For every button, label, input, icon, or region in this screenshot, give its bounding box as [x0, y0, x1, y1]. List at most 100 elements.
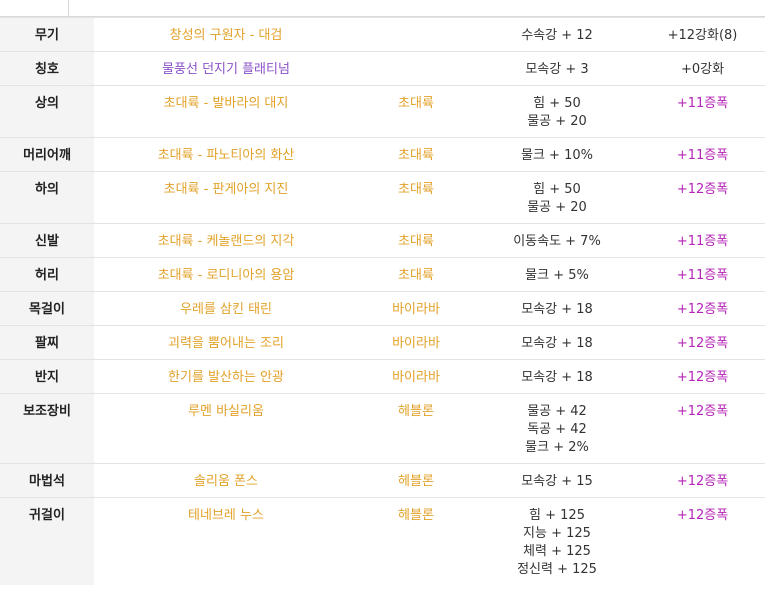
- item-set: 바이라바: [358, 359, 474, 394]
- equipment-row: 칭호 물풍선 던지기 플래티넘 모속강 + 3 +0강화: [0, 51, 765, 86]
- item-options: 모속강 + 3: [474, 51, 640, 86]
- item-set: 초대륙: [358, 85, 474, 138]
- item-name-link[interactable]: 초대륙 - 판게아의 지진: [94, 171, 358, 224]
- top-tab-bar: [0, 0, 765, 17]
- item-option: 지능 + 125: [523, 526, 591, 541]
- slot-label: 하의: [0, 171, 94, 224]
- equipment-rows: 무기 창성의 구원자 - 대검 수속강 + 12 +12강화(8) 칭호 물풍선 던지기 …: [0, 17, 765, 585]
- item-option: 물크 + 10%: [521, 148, 593, 163]
- slot-label: 보조장비: [0, 393, 94, 464]
- item-option: 힘 + 50: [533, 182, 581, 197]
- item-set: [358, 17, 474, 52]
- item-options: 물크 + 5%: [474, 257, 640, 292]
- item-set: 초대륙: [358, 223, 474, 258]
- item-upgrade: +12강화(8): [640, 17, 765, 52]
- equipment-row: 팔찌 괴력을 뿜어내는 조리 바이라바 모속강 + 18 +12증폭: [0, 325, 765, 360]
- item-options: 힘 + 50 물공 + 20: [474, 85, 640, 138]
- slot-label: 머리어깨: [0, 137, 94, 172]
- item-option: 모속강 + 18: [521, 370, 593, 385]
- item-option: 모속강 + 18: [521, 302, 593, 317]
- item-options: 수속강 + 12: [474, 17, 640, 52]
- equipment-row: 귀걸이 테네브레 누스 헤블론 힘 + 125 지능 + 125 체력 + 125 정신력 …: [0, 497, 765, 585]
- item-option: 힘 + 50: [533, 96, 581, 111]
- slot-label: 귀걸이: [0, 497, 94, 585]
- item-options: 모속강 + 18: [474, 359, 640, 394]
- item-option: 수속강 + 12: [521, 28, 593, 43]
- item-upgrade: +11증폭: [640, 85, 765, 138]
- slot-label: 반지: [0, 359, 94, 394]
- item-name-link[interactable]: 괴력을 뿜어내는 조리: [94, 325, 358, 360]
- item-option: 힘 + 125: [529, 508, 585, 523]
- item-option: 독공 + 42: [527, 422, 587, 437]
- item-option: 물크 + 5%: [525, 268, 589, 283]
- item-set: 초대륙: [358, 171, 474, 224]
- slot-label: 신발: [0, 223, 94, 258]
- item-set: 초대륙: [358, 257, 474, 292]
- equipment-row: 마법석 솔리움 폰스 헤블론 모속강 + 15 +12증폭: [0, 463, 765, 498]
- item-upgrade: +11증폭: [640, 137, 765, 172]
- tab-links: [80, 0, 760, 11]
- item-name-link[interactable]: 창성의 구원자 - 대검: [94, 17, 358, 52]
- item-name-link[interactable]: 테네브레 누스: [94, 497, 358, 585]
- item-upgrade: +12증폭: [640, 463, 765, 498]
- equipment-row: 목걸이 우레를 삼킨 태린 바이라바 모속강 + 18 +12증폭: [0, 291, 765, 326]
- item-option: 물공 + 20: [527, 200, 587, 215]
- item-option: 이동속도 + 7%: [513, 234, 601, 249]
- item-upgrade: +12증폭: [640, 393, 765, 464]
- item-option: 물크 + 2%: [525, 440, 589, 455]
- item-name-link[interactable]: 초대륙 - 파노티아의 화산: [94, 137, 358, 172]
- item-name-link[interactable]: 초대륙 - 발바라의 대지: [94, 85, 358, 138]
- item-name-link[interactable]: 한기를 발산하는 안광: [94, 359, 358, 394]
- item-upgrade: +12증폭: [640, 291, 765, 326]
- equipment-row: 허리 초대륙 - 로디니아의 용암 초대륙 물크 + 5% +11증폭: [0, 257, 765, 292]
- item-set: 초대륙: [358, 137, 474, 172]
- item-option: 모속강 + 18: [521, 336, 593, 351]
- equipment-table-wrapper: 무기 창성의 구원자 - 대검 수속강 + 12 +12강화(8) 칭호 물풍선 던지기 …: [0, 17, 765, 585]
- item-upgrade: +12증폭: [640, 359, 765, 394]
- item-option: 모속강 + 3: [525, 62, 589, 77]
- item-name-link[interactable]: 초대륙 - 로디니아의 용암: [94, 257, 358, 292]
- slot-label: 무기: [0, 17, 94, 52]
- item-upgrade: +12증폭: [640, 325, 765, 360]
- item-options: 모속강 + 15: [474, 463, 640, 498]
- item-upgrade: +12증폭: [640, 171, 765, 224]
- item-option: 모속강 + 15: [521, 474, 593, 489]
- slot-label: 상의: [0, 85, 94, 138]
- item-upgrade: +11증폭: [640, 257, 765, 292]
- item-upgrade: +11증폭: [640, 223, 765, 258]
- item-name-link[interactable]: 솔리움 폰스: [94, 463, 358, 498]
- item-name-link[interactable]: 루멘 바실리움: [94, 393, 358, 464]
- item-set: 헤블론: [358, 497, 474, 585]
- item-options: 이동속도 + 7%: [474, 223, 640, 258]
- item-set: 헤블론: [358, 463, 474, 498]
- slot-label: 칭호: [0, 51, 94, 86]
- slot-label: 허리: [0, 257, 94, 292]
- slot-label: 팔찌: [0, 325, 94, 360]
- item-set: 헤블론: [358, 393, 474, 464]
- item-name-link[interactable]: 우레를 삼킨 태린: [94, 291, 358, 326]
- equipment-row: 무기 창성의 구원자 - 대검 수속강 + 12 +12강화(8): [0, 17, 765, 52]
- item-options: 물크 + 10%: [474, 137, 640, 172]
- item-upgrade: +12증폭: [640, 497, 765, 585]
- item-name-link[interactable]: 초대륙 - 케놀랜드의 지각: [94, 223, 358, 258]
- slot-label: 마법석: [0, 463, 94, 498]
- item-upgrade: +0강화: [640, 51, 765, 86]
- item-option: 물공 + 42: [527, 404, 587, 419]
- equipment-row: 신발 초대륙 - 케놀랜드의 지각 초대륙 이동속도 + 7% +11증폭: [0, 223, 765, 258]
- equipment-row: 보조장비 루멘 바실리움 헤블론 물공 + 42 독공 + 42 물크 + 2% +12증폭: [0, 393, 765, 464]
- item-set: 바이라바: [358, 325, 474, 360]
- item-option: 정신력 + 125: [517, 562, 597, 577]
- item-set: 바이라바: [358, 291, 474, 326]
- item-option: 물공 + 20: [527, 114, 587, 129]
- item-option: 체력 + 125: [523, 544, 591, 559]
- item-options: 물공 + 42 독공 + 42 물크 + 2%: [474, 393, 640, 464]
- slot-label: 목걸이: [0, 291, 94, 326]
- equipment-row: 하의 초대륙 - 판게아의 지진 초대륙 힘 + 50 물공 + 20 +12증폭: [0, 171, 765, 224]
- item-options: 모속강 + 18: [474, 291, 640, 326]
- tab-active[interactable]: [0, 0, 69, 16]
- item-set: [358, 51, 474, 86]
- equipment-row: 상의 초대륙 - 발바라의 대지 초대륙 힘 + 50 물공 + 20 +11증폭: [0, 85, 765, 138]
- item-name-link[interactable]: 물풍선 던지기 플래티넘: [94, 51, 358, 86]
- equipment-table: 무기 창성의 구원자 - 대검 수속강 + 12 +12강화(8) 칭호 물풍선 던지기 …: [0, 17, 765, 585]
- item-options: 힘 + 50 물공 + 20: [474, 171, 640, 224]
